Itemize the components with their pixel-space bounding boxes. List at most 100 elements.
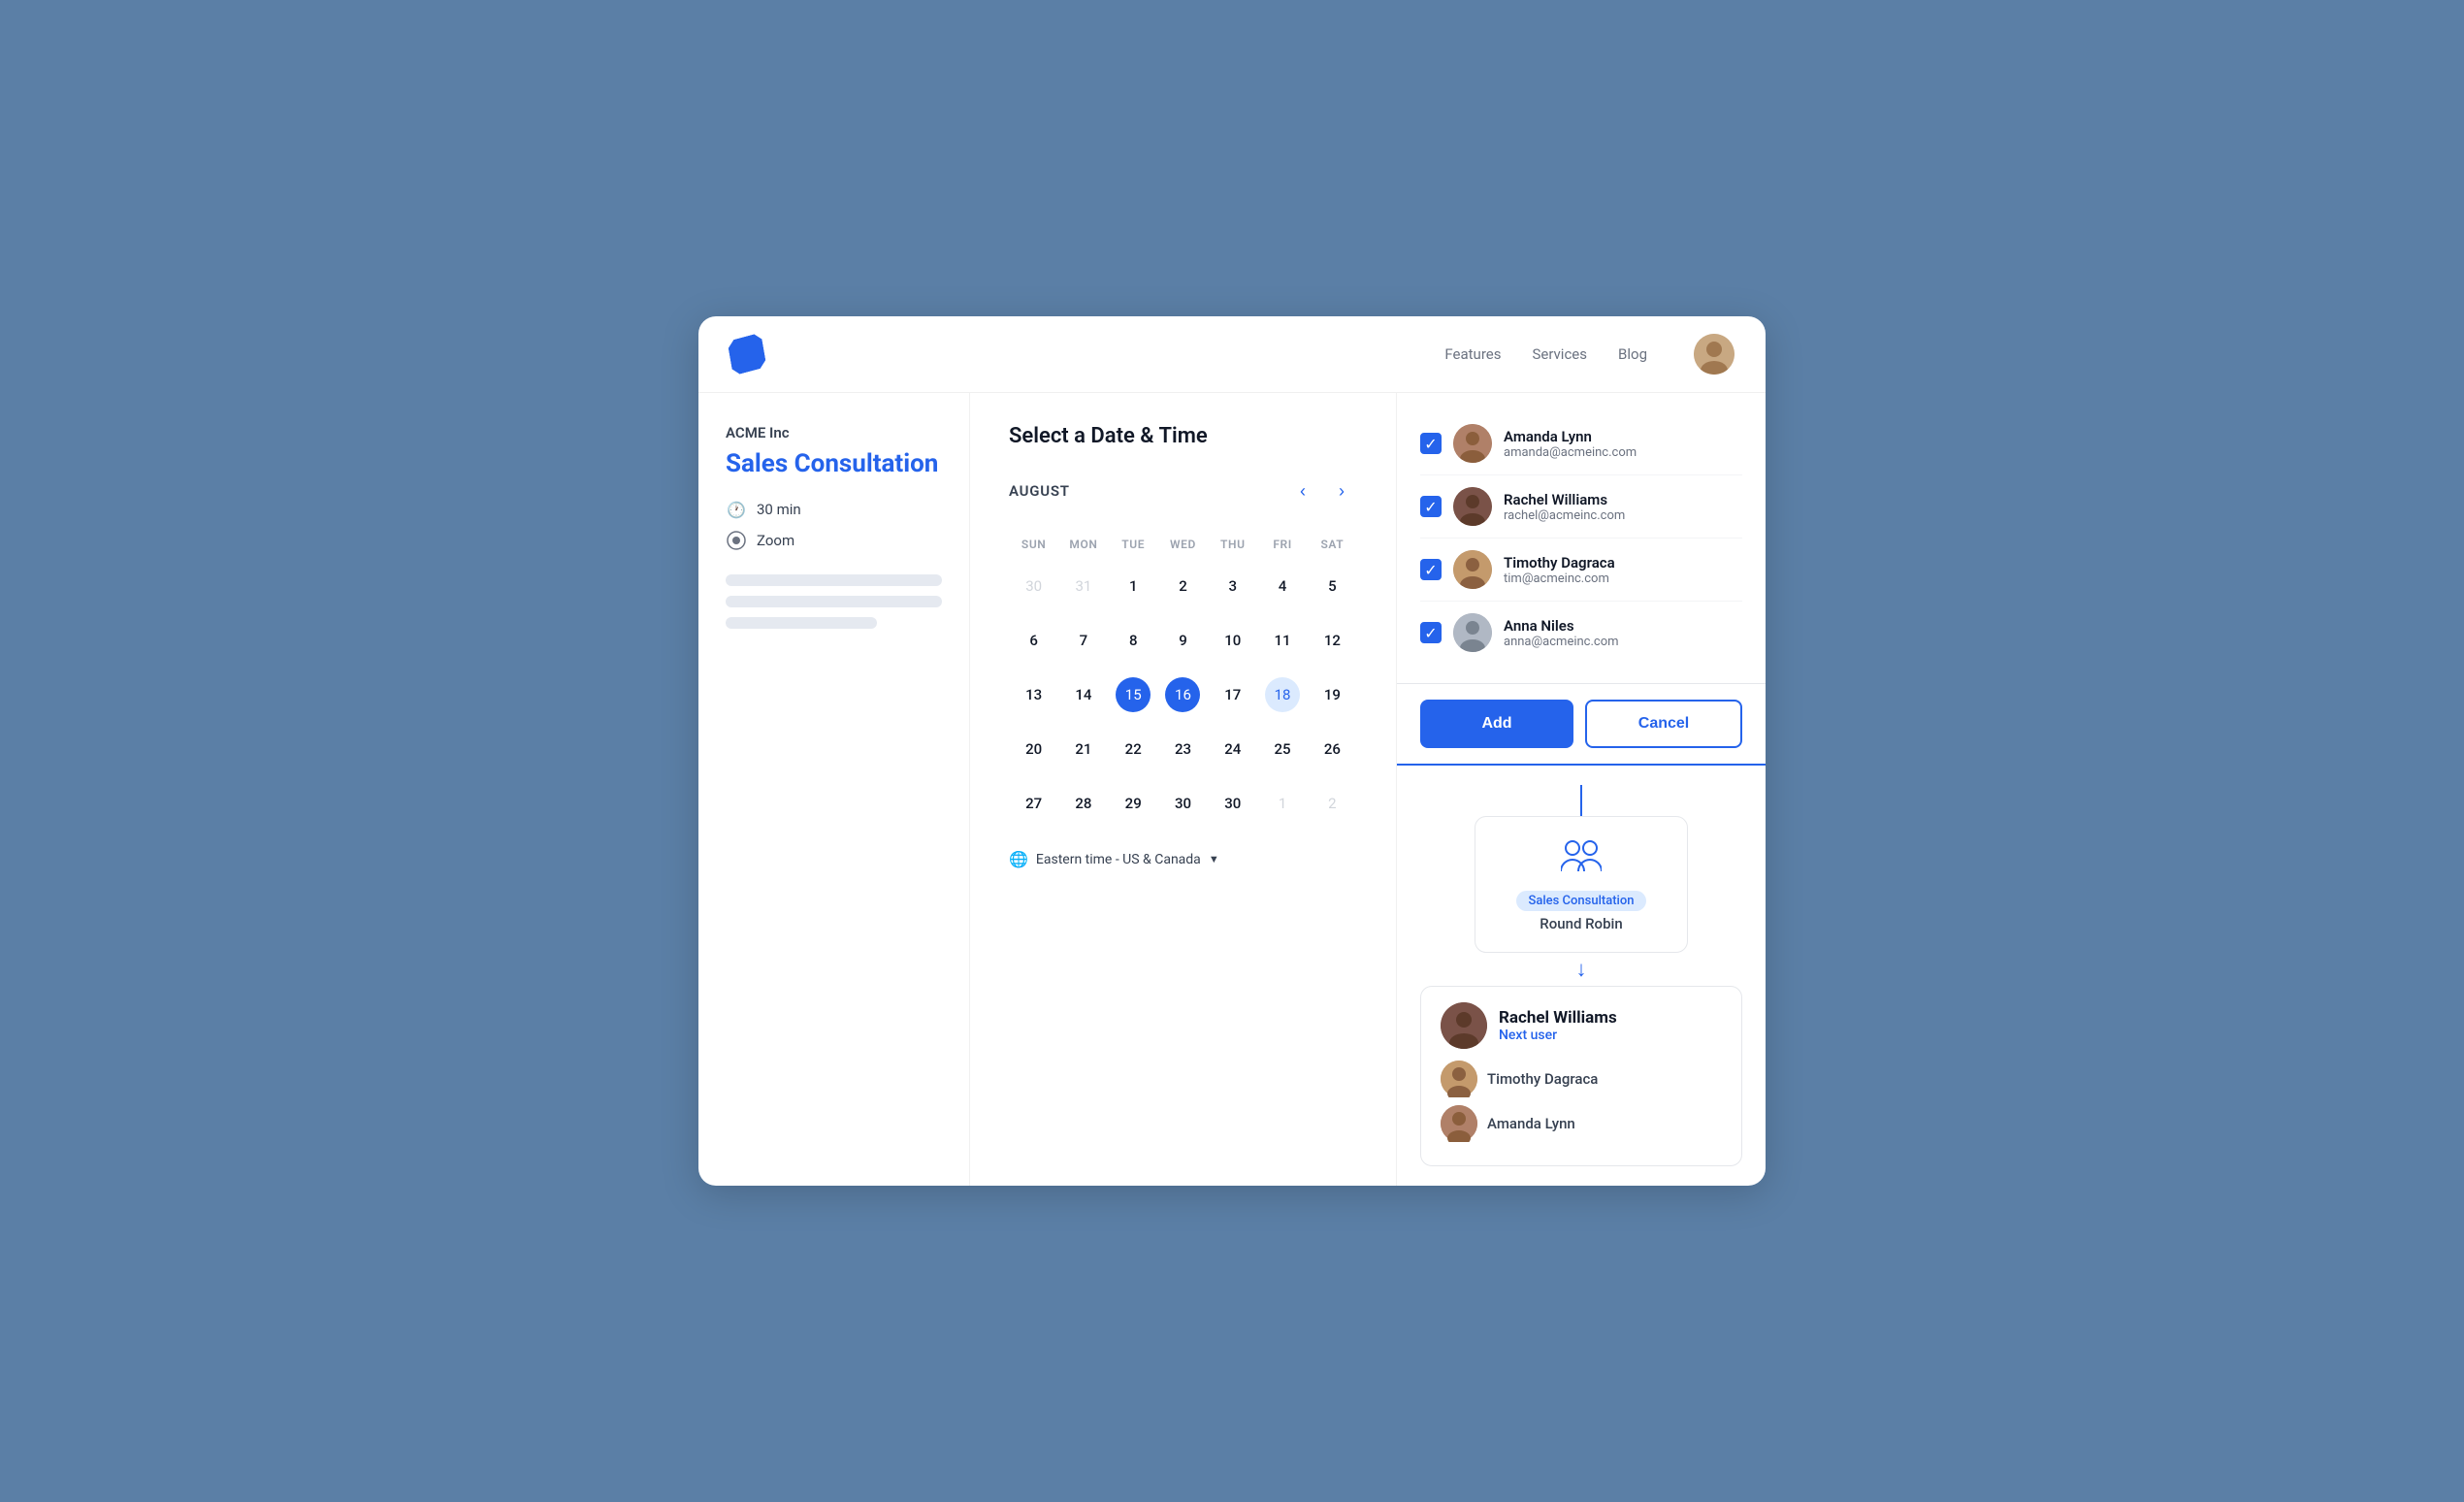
- cancel-button[interactable]: Cancel: [1585, 700, 1742, 748]
- calendar-grid: SUN MON TUE WED THU FRI SAT 30 31 1 2 3 …: [1009, 530, 1357, 831]
- person-info-rachel: Rachel Williams rachel@acmeinc.com: [1504, 491, 1742, 523]
- avatar-rachel: [1453, 487, 1492, 526]
- day-cell-15[interactable]: 15: [1109, 668, 1158, 722]
- queued-name-amanda: Amanda Lynn: [1487, 1115, 1575, 1132]
- calendar-header-title: Select a Date & Time: [1009, 424, 1357, 448]
- checkbox-anna[interactable]: ✓: [1420, 622, 1442, 643]
- checkbox-amanda[interactable]: ✓: [1420, 433, 1442, 454]
- calendar-section: Select a Date & Time AUGUST ‹ › SUN MON …: [970, 393, 1397, 1186]
- checkbox-rachel[interactable]: ✓: [1420, 496, 1442, 517]
- day-cell[interactable]: 21: [1058, 722, 1108, 776]
- day-cell[interactable]: 17: [1208, 668, 1257, 722]
- queued-user-timothy: Timothy Dagraca: [1441, 1061, 1722, 1097]
- day-cell[interactable]: 4: [1257, 559, 1307, 613]
- skeleton-1: [726, 574, 942, 586]
- day-cell[interactable]: 12: [1308, 613, 1357, 668]
- avatar-anna: [1453, 613, 1492, 652]
- day-cell[interactable]: 26: [1308, 722, 1357, 776]
- nav-links: Features Services Blog: [1444, 334, 1735, 375]
- day-cell[interactable]: 25: [1257, 722, 1307, 776]
- avatar-amanda: [1453, 424, 1492, 463]
- day-cell[interactable]: 7: [1058, 613, 1108, 668]
- day-cell[interactable]: 29: [1109, 776, 1158, 831]
- day-cell[interactable]: 1: [1109, 559, 1158, 613]
- people-selector: ✓ Amanda Lynn amanda@acmeinc.com ✓: [1397, 393, 1766, 684]
- rr-label-bottom: Round Robin: [1540, 915, 1622, 932]
- day-cell: 1: [1257, 776, 1307, 831]
- skeleton-lines: [726, 574, 942, 629]
- prev-month-button[interactable]: ‹: [1287, 475, 1318, 506]
- event-meta: 🕐 30 min Zoom: [726, 499, 942, 551]
- person-email-anna: anna@acmeinc.com: [1504, 635, 1742, 649]
- day-cell[interactable]: 24: [1208, 722, 1257, 776]
- day-cell[interactable]: 9: [1158, 613, 1208, 668]
- day-cell[interactable]: 20: [1009, 722, 1058, 776]
- day-cell[interactable]: 30: [1158, 776, 1208, 831]
- day-cell[interactable]: 13: [1009, 668, 1058, 722]
- skeleton-3: [726, 617, 877, 629]
- day-cell[interactable]: 10: [1208, 613, 1257, 668]
- add-button[interactable]: Add: [1420, 700, 1573, 748]
- day-header-sun: SUN: [1009, 530, 1058, 559]
- zoom-icon: [726, 530, 747, 551]
- day-cell[interactable]: 5: [1308, 559, 1357, 613]
- timezone-row[interactable]: 🌐 Eastern time - US & Canada ▼: [1009, 850, 1357, 868]
- logo-icon: [727, 333, 766, 376]
- day-header-fri: FRI: [1257, 530, 1307, 559]
- day-cell: 2: [1308, 776, 1357, 831]
- day-cell[interactable]: 30: [1208, 776, 1257, 831]
- next-user-label: Next user: [1499, 1028, 1617, 1043]
- meeting-type-item: Zoom: [726, 530, 942, 551]
- avatar-tim-queued: [1441, 1061, 1477, 1097]
- person-email-rachel: rachel@acmeinc.com: [1504, 508, 1742, 523]
- month-label: AUGUST: [1009, 482, 1280, 500]
- event-title: Sales Consultation: [726, 449, 942, 479]
- meeting-type-label: Zoom: [757, 532, 794, 549]
- company-name: ACME Inc: [726, 424, 942, 441]
- connector-line-top: [1580, 785, 1582, 816]
- day-header-tue: TUE: [1109, 530, 1158, 559]
- day-cell[interactable]: 3: [1208, 559, 1257, 613]
- nav-services[interactable]: Services: [1532, 345, 1587, 363]
- globe-icon: 🌐: [1009, 850, 1028, 868]
- day-cell-18[interactable]: 18: [1257, 668, 1307, 722]
- day-cell-16[interactable]: 16: [1158, 668, 1208, 722]
- person-info-amanda: Amanda Lynn amanda@acmeinc.com: [1504, 428, 1742, 460]
- timezone-dropdown-icon: ▼: [1209, 853, 1219, 865]
- queued-user-amanda: Amanda Lynn: [1441, 1105, 1722, 1142]
- day-cell[interactable]: 11: [1257, 613, 1307, 668]
- day-cell[interactable]: 27: [1009, 776, 1058, 831]
- person-email-tim: tim@acmeinc.com: [1504, 571, 1742, 586]
- duration-label: 30 min: [757, 501, 801, 518]
- person-name-rachel: Rachel Williams: [1504, 491, 1742, 508]
- day-cell[interactable]: 8: [1109, 613, 1158, 668]
- avatar-tim: [1453, 550, 1492, 589]
- top-nav: Features Services Blog: [698, 316, 1766, 393]
- next-month-button[interactable]: ›: [1326, 475, 1357, 506]
- left-sidebar: ACME Inc Sales Consultation 🕐 30 min Zoo…: [698, 393, 970, 1186]
- day-cell[interactable]: 2: [1158, 559, 1208, 613]
- day-cell[interactable]: 6: [1009, 613, 1058, 668]
- day-cell[interactable]: 23: [1158, 722, 1208, 776]
- day-cell[interactable]: 14: [1058, 668, 1108, 722]
- checkbox-tim[interactable]: ✓: [1420, 559, 1442, 580]
- avatar[interactable]: [1694, 334, 1735, 375]
- person-row-rachel: ✓ Rachel Williams rachel@acmeinc.com: [1420, 475, 1742, 539]
- person-email-amanda: amanda@acmeinc.com: [1504, 445, 1742, 460]
- right-panel: ✓ Amanda Lynn amanda@acmeinc.com ✓: [1397, 393, 1766, 1186]
- day-cell: 30: [1009, 559, 1058, 613]
- person-name-tim: Timothy Dagraca: [1504, 554, 1742, 571]
- nav-features[interactable]: Features: [1444, 345, 1501, 363]
- day-cell[interactable]: 28: [1058, 776, 1108, 831]
- round-robin-section: Sales Consultation Round Robin ↓ Rachel …: [1397, 766, 1766, 1186]
- next-user-info: Rachel Williams Next user: [1499, 1008, 1617, 1043]
- day-header-thu: THU: [1208, 530, 1257, 559]
- queued-name-timothy: Timothy Dagraca: [1487, 1070, 1598, 1088]
- person-info-tim: Timothy Dagraca tim@acmeinc.com: [1504, 554, 1742, 586]
- rr-label-top: Sales Consultation: [1516, 891, 1645, 911]
- day-cell: 31: [1058, 559, 1108, 613]
- nav-blog[interactable]: Blog: [1618, 345, 1647, 363]
- day-cell[interactable]: 22: [1109, 722, 1158, 776]
- main-card: Features Services Blog ACME Inc Sales Co…: [698, 316, 1766, 1186]
- day-cell[interactable]: 19: [1308, 668, 1357, 722]
